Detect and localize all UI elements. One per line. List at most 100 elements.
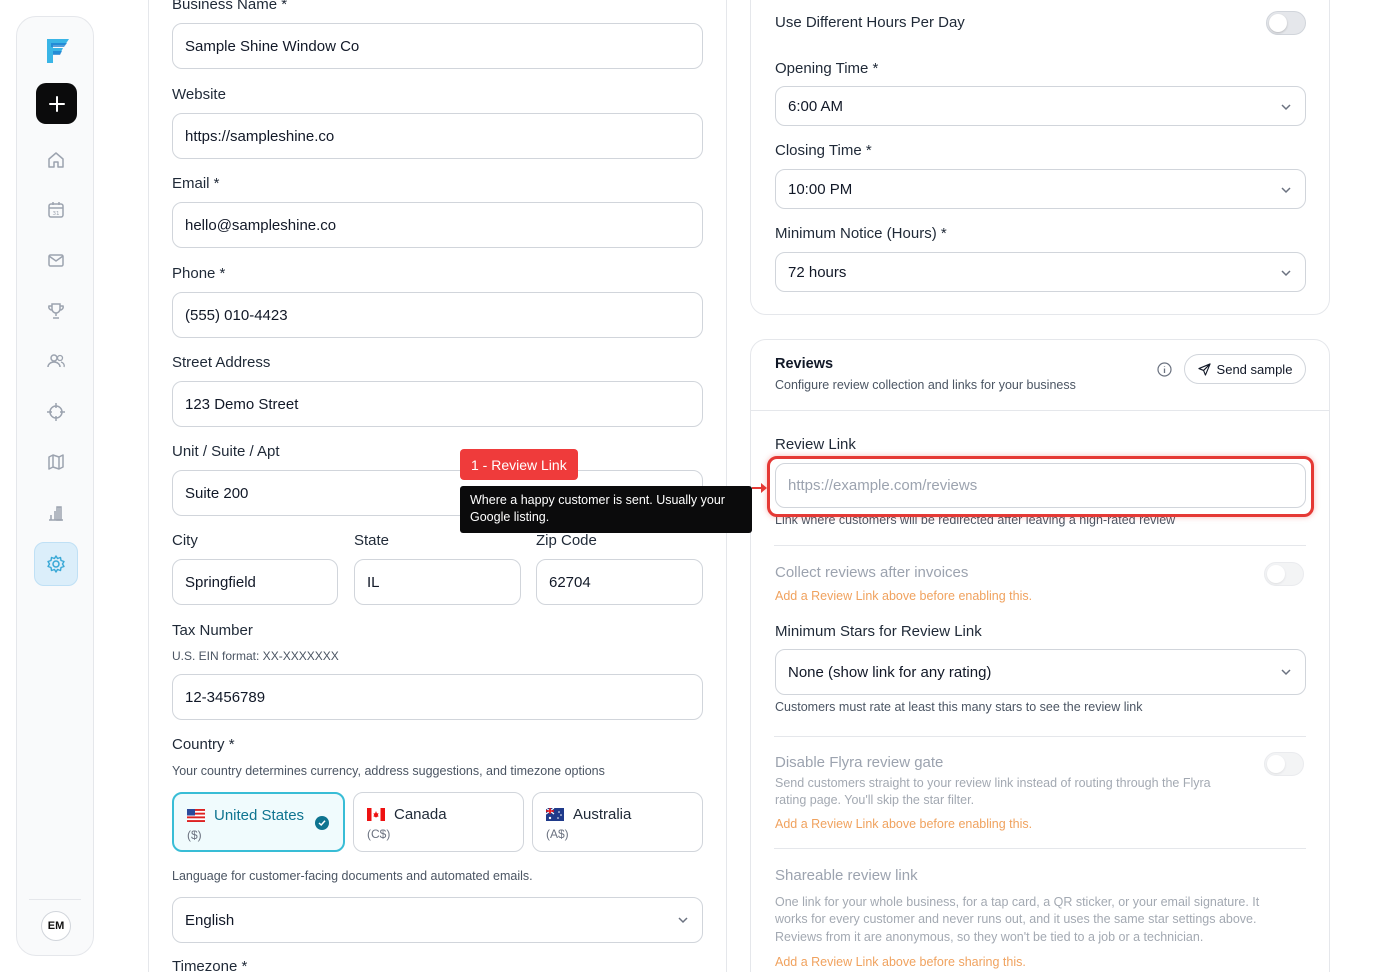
- sidebar-divider: [29, 899, 81, 900]
- divider: [774, 848, 1306, 849]
- home-icon: [48, 152, 64, 168]
- reviews-header-divider: [751, 410, 1329, 411]
- opening-time-label: Opening Time *: [775, 60, 879, 77]
- collect-reviews-warning: Add a Review Link above before enabling …: [775, 589, 1033, 603]
- phone-label: Phone *: [172, 265, 226, 282]
- australia-flag-icon: [546, 808, 564, 821]
- shareable-link-description-line: Reviews from it are anonymous, so they w…: [775, 930, 1204, 944]
- street-address-label: Street Address: [172, 354, 271, 371]
- pointer-arrow-icon: [752, 483, 767, 493]
- language-value: English: [185, 911, 235, 929]
- divider: [774, 736, 1306, 737]
- collect-reviews-toggle[interactable]: [1264, 562, 1304, 586]
- language-select[interactable]: English: [172, 897, 703, 943]
- sidebar-item-home[interactable]: [34, 138, 78, 182]
- shareable-link-description-line: works for every customer and never runs …: [775, 912, 1257, 926]
- country-name: United States: [214, 807, 305, 824]
- map-icon: [48, 454, 64, 470]
- sidebar-item-customers[interactable]: [34, 339, 78, 383]
- street-address-input[interactable]: 123 Demo Street: [172, 381, 703, 427]
- check-icon: [315, 816, 329, 830]
- review-link-highlight: [767, 456, 1314, 517]
- chevron-down-icon: [678, 917, 688, 924]
- sidebar-item-calendar[interactable]: 31: [34, 188, 78, 232]
- minimum-notice-label: Minimum Notice (Hours) *: [775, 225, 947, 242]
- timezone-label: Timezone *: [172, 958, 248, 972]
- currency-symbol: (C$): [367, 827, 391, 841]
- canada-flag-icon: [367, 808, 385, 821]
- closing-time-select[interactable]: 10:00 PM: [775, 169, 1306, 209]
- city-input[interactable]: Springfield: [172, 559, 338, 605]
- shareable-link-warning: Add a Review Link above before sharing t…: [775, 955, 1026, 969]
- send-sample-button[interactable]: Send sample: [1184, 354, 1306, 384]
- mail-icon: [48, 254, 64, 267]
- calendar-icon: 31: [48, 202, 64, 218]
- closing-time-value: 10:00 PM: [788, 180, 853, 198]
- review-gate-warning: Add a Review Link above before enabling …: [775, 817, 1033, 831]
- chevron-down-icon: [1281, 669, 1291, 676]
- sidebar-item-targets[interactable]: [34, 390, 78, 434]
- chevron-down-icon: [1281, 270, 1291, 277]
- phone-input[interactable]: (555) 010-4423: [172, 292, 703, 338]
- review-link-label: Review Link: [775, 436, 856, 453]
- country-option-australia[interactable]: Australia (A$): [532, 792, 703, 852]
- tax-number-label: Tax Number: [172, 622, 253, 639]
- svg-text:31: 31: [53, 211, 60, 217]
- divider: [774, 545, 1306, 546]
- sidebar-item-messages[interactable]: [34, 238, 78, 282]
- country-option-united-states[interactable]: United States ($): [172, 792, 345, 852]
- state-input[interactable]: IL: [354, 559, 521, 605]
- business-name-input[interactable]: Sample Shine Window Co: [172, 23, 703, 69]
- closing-time-label: Closing Time *: [775, 142, 872, 159]
- minimum-stars-select[interactable]: None (show link for any rating): [775, 649, 1306, 695]
- country-label: Country *: [172, 736, 235, 753]
- trophy-icon: [48, 303, 64, 319]
- unit-label: Unit / Suite / Apt: [172, 443, 280, 460]
- business-name-label: Business Name *: [172, 0, 288, 13]
- sidebar-item-rewards[interactable]: [34, 289, 78, 333]
- review-gate-description-line: rating page. You'll skip the star filter…: [775, 793, 975, 807]
- info-icon[interactable]: [1157, 362, 1172, 382]
- minimum-stars-helper: Customers must rate at least this many s…: [775, 700, 1143, 714]
- minimum-notice-select[interactable]: 72 hours: [775, 252, 1306, 292]
- user-avatar[interactable]: EM: [41, 911, 71, 941]
- tooltip-line: Where a happy customer is sent. Usually …: [470, 493, 725, 507]
- zip-code-input[interactable]: 62704: [536, 559, 703, 605]
- flyra-logo-icon[interactable]: [41, 35, 73, 67]
- city-label: City: [172, 532, 198, 549]
- us-flag-icon: [187, 809, 205, 822]
- send-icon: [1197, 362, 1211, 376]
- minimum-notice-value: 72 hours: [788, 263, 847, 281]
- email-input[interactable]: hello@sampleshine.co: [172, 202, 703, 248]
- sidebar-item-map[interactable]: [34, 440, 78, 484]
- chevron-down-icon: [1281, 104, 1291, 111]
- sidebar-item-settings[interactable]: [34, 542, 78, 586]
- country-name: Canada: [394, 806, 447, 823]
- currency-symbol: ($): [187, 828, 202, 842]
- create-new-button[interactable]: [36, 83, 77, 124]
- language-helper: Language for customer-facing documents a…: [172, 869, 533, 883]
- different-hours-toggle[interactable]: [1266, 11, 1306, 35]
- sidebar-item-reports[interactable]: [34, 491, 78, 535]
- review-gate-description-line: Send customers straight to your review l…: [775, 776, 1211, 790]
- shareable-link-label: Shareable review link: [775, 867, 918, 884]
- different-hours-label: Use Different Hours Per Day: [775, 14, 965, 31]
- chart-icon: [49, 506, 63, 521]
- tour-tooltip: Where a happy customer is sent. Usually …: [460, 486, 752, 533]
- country-option-canada[interactable]: Canada (C$): [353, 792, 524, 852]
- sidebar: 31 EM: [16, 16, 94, 956]
- chevron-down-icon: [1281, 187, 1291, 194]
- country-name: Australia: [573, 806, 632, 823]
- opening-time-select[interactable]: 6:00 AM: [775, 86, 1306, 126]
- gear-icon: [47, 555, 65, 573]
- website-input[interactable]: https://sampleshine.co: [172, 113, 703, 159]
- minimum-stars-label: Minimum Stars for Review Link: [775, 623, 982, 640]
- shareable-link-description-line: One link for your whole business, for a …: [775, 895, 1260, 909]
- tour-step-badge: 1 - Review Link: [460, 449, 578, 480]
- collect-reviews-label: Collect reviews after invoices: [775, 564, 969, 581]
- disable-review-gate-toggle[interactable]: [1264, 752, 1304, 776]
- reviews-subtitle: Configure review collection and links fo…: [775, 378, 1076, 392]
- currency-symbol: (A$): [546, 827, 569, 841]
- tax-number-input[interactable]: 12-3456789: [172, 674, 703, 720]
- reviews-title: Reviews: [775, 356, 834, 372]
